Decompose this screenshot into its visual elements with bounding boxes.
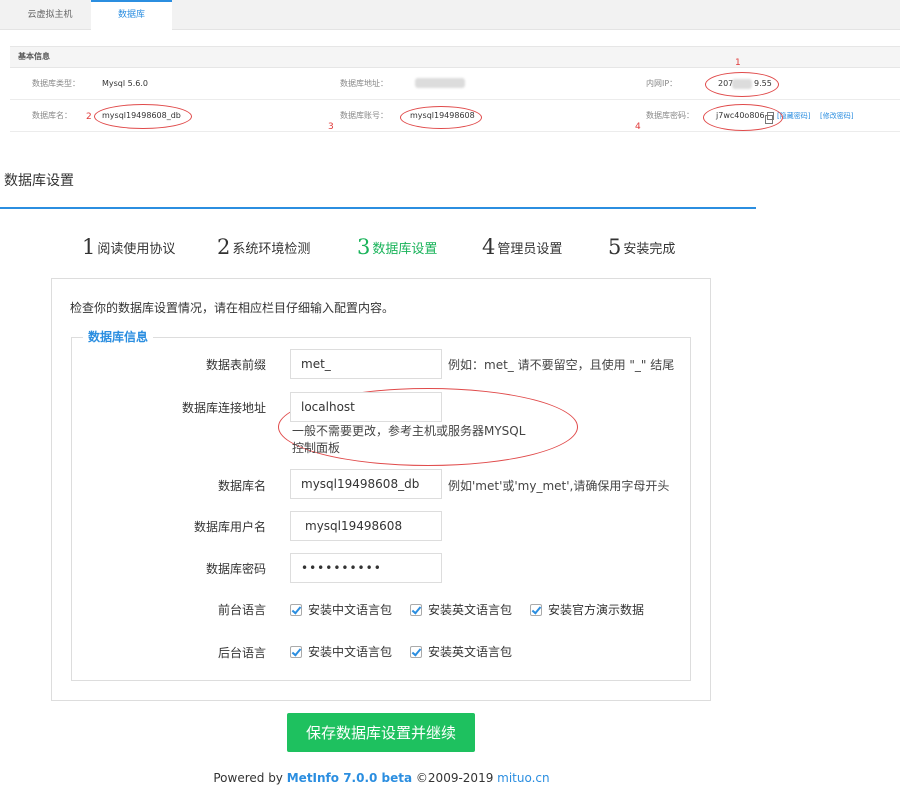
- change-password-link[interactable]: [修改密码]: [820, 100, 853, 132]
- top-tab-bar: 云虚拟主机 数据库: [0, 0, 900, 31]
- step-label: 管理员设置: [497, 241, 563, 257]
- checkbox-checked-icon[interactable]: [410, 603, 422, 616]
- info-row-1: 数据库类型： Mysql 5.6.0 数据库地址： 内网IP： 207. 9.5…: [10, 68, 900, 100]
- step-number: 2: [217, 235, 231, 259]
- db-password-input[interactable]: [290, 553, 442, 583]
- step-number: 4: [482, 235, 496, 259]
- step-label: 阅读使用协议: [97, 241, 176, 257]
- step-label: 系统环境检测: [232, 241, 311, 257]
- step-number: 5: [608, 235, 622, 259]
- db-name-value: mysql19498608_db: [102, 111, 181, 120]
- checkbox-label: 安装英文语言包: [428, 603, 513, 617]
- save-and-continue-button[interactable]: 保存数据库设置并继续: [287, 713, 475, 752]
- db-type-label: 数据库类型：: [32, 79, 80, 88]
- footer-brand-link[interactable]: MetInfo 7.0.0 beta: [287, 771, 412, 785]
- front-demo-data-checkbox[interactable]: 安装官方演示数据: [530, 601, 644, 618]
- db-account-value: mysql19498608: [410, 111, 475, 120]
- intranet-ip-label: 内网IP：: [646, 79, 678, 88]
- back-lang-cn-checkbox[interactable]: 安装中文语言包: [290, 643, 392, 660]
- db-host-hint-line2: 控制面板: [292, 441, 341, 455]
- setup-title: 数据库设置: [4, 173, 74, 189]
- db-name-input[interactable]: [290, 469, 442, 499]
- db-host-label: 数据库连接地址: [181, 401, 266, 415]
- table-prefix-input[interactable]: [290, 349, 442, 379]
- db-address-redacted: [415, 78, 465, 88]
- setup-title-underline: [0, 207, 756, 209]
- footer: Powered by MetInfo 7.0.0 beta ©2009-2019…: [0, 771, 763, 785]
- annotation-number-4: 4: [635, 122, 641, 132]
- checkbox-label: 安装中文语言包: [308, 645, 393, 659]
- db-host-input[interactable]: [290, 392, 442, 422]
- table-prefix-hint: 例如：met_ 请不要留空，且使用 "_" 结尾: [448, 358, 675, 372]
- tab-virtual-host[interactable]: 云虚拟主机: [10, 0, 90, 31]
- fieldset-legend: 数据库信息: [83, 328, 154, 345]
- step-1: 1 阅读使用协议: [82, 235, 175, 261]
- annotation-number-1: 1: [735, 58, 741, 68]
- step-number: 1: [82, 235, 96, 259]
- checkbox-checked-icon[interactable]: [290, 645, 302, 658]
- db-name-hint: 例如'met'或'my_met',请确保用字母开头: [448, 479, 670, 493]
- step-2: 2 系统环境检测: [217, 235, 310, 261]
- annotation-number-3: 3: [328, 122, 334, 132]
- checkbox-label: 安装中文语言包: [308, 603, 393, 617]
- front-lang-label: 前台语言: [217, 603, 266, 617]
- back-lang-label: 后台语言: [217, 646, 266, 660]
- basic-info-heading: 基本信息: [10, 46, 900, 68]
- hide-password-link[interactable]: [隐藏密码]: [777, 100, 810, 132]
- db-info-fieldset: [71, 337, 691, 681]
- footer-copyright: ©2009-2019: [412, 771, 498, 785]
- db-host-hint-line1: 一般不需要更改，参考主机或服务器MYSQL: [292, 424, 526, 438]
- step-number: 3: [357, 235, 371, 259]
- front-lang-cn-checkbox[interactable]: 安装中文语言包: [290, 601, 392, 618]
- db-password-value: j7wc40o806: [716, 111, 765, 120]
- step-label: 数据库设置: [372, 241, 438, 257]
- db-account-label: 数据库账号：: [340, 111, 388, 120]
- db-password-label: 数据库密码：: [646, 111, 694, 120]
- back-lang-en-checkbox[interactable]: 安装英文语言包: [410, 643, 512, 660]
- checkbox-checked-icon[interactable]: [410, 645, 422, 658]
- table-prefix-label: 数据表前缀: [205, 358, 266, 372]
- front-lang-en-checkbox[interactable]: 安装英文语言包: [410, 601, 512, 618]
- copy-icon[interactable]: [765, 112, 774, 124]
- db-user-label: 数据库用户名: [193, 520, 266, 534]
- db-user-input[interactable]: [290, 511, 442, 541]
- checkbox-checked-icon[interactable]: [530, 603, 542, 616]
- db-name-field-label: 数据库名: [217, 479, 266, 493]
- footer-prefix: Powered by: [213, 771, 287, 785]
- step-5: 5 安装完成: [608, 235, 675, 261]
- db-type-value: Mysql 5.6.0: [102, 79, 149, 88]
- step-label: 安装完成: [623, 241, 676, 257]
- checkbox-checked-icon[interactable]: [290, 603, 302, 616]
- form-description: 检查你的数据库设置情况，请在相应栏目仔细输入配置内容。: [70, 301, 395, 315]
- footer-site-text: mituo.cn: [497, 771, 550, 785]
- intranet-ip-redacted: [732, 79, 752, 89]
- checkbox-label: 安装官方演示数据: [548, 603, 645, 617]
- step-3-active: 3 数据库设置: [357, 235, 437, 261]
- step-4: 4 管理员设置: [482, 235, 562, 261]
- db-name-label: 数据库名：: [32, 111, 72, 120]
- tab-database[interactable]: 数据库: [91, 0, 172, 31]
- checkbox-label: 安装英文语言包: [428, 645, 513, 659]
- db-address-label: 数据库地址：: [340, 79, 388, 88]
- info-row-2: 数据库名： mysql19498608_db 数据库账号： mysql19498…: [10, 100, 900, 132]
- annotation-number-2: 2: [86, 112, 92, 122]
- intranet-ip-suffix: 9.55: [754, 79, 772, 88]
- db-password-field-label: 数据库密码: [205, 562, 266, 576]
